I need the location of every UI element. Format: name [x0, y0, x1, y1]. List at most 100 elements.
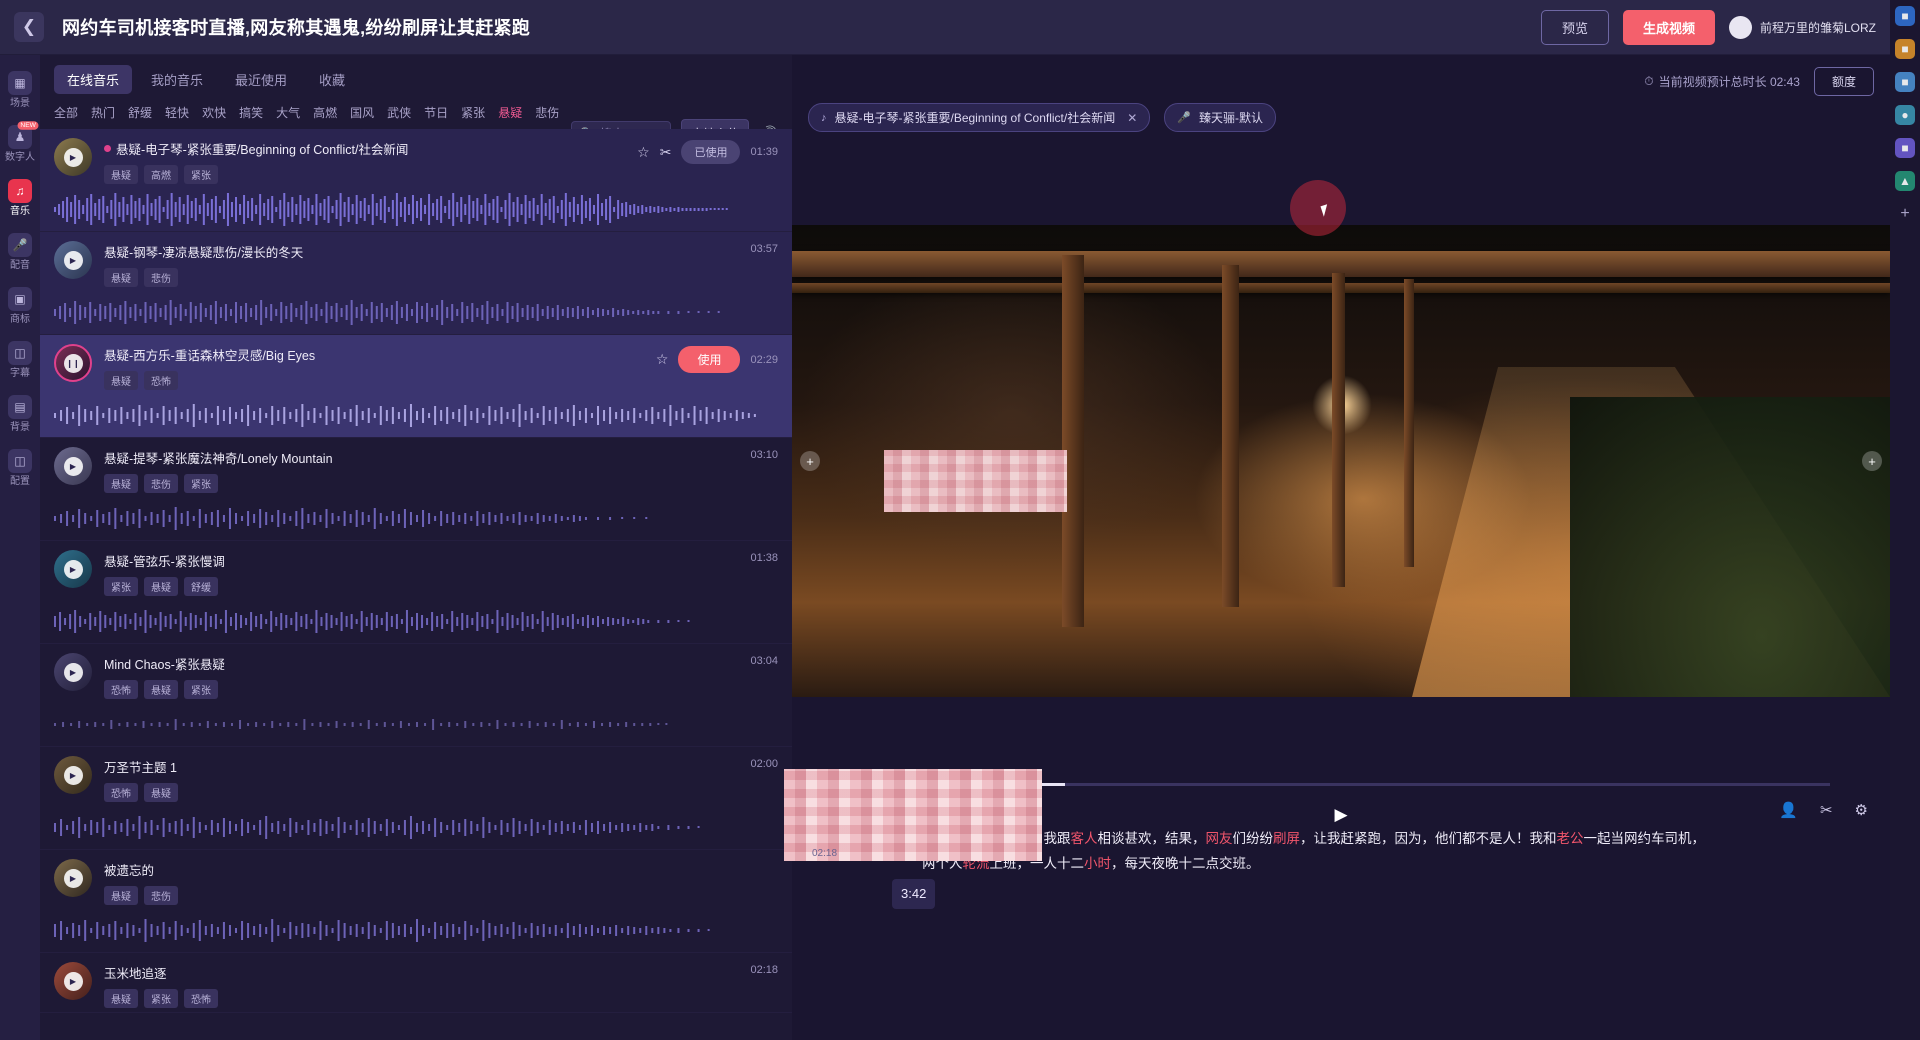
album-cover[interactable]: ▶ — [54, 859, 92, 897]
scissors-icon[interactable]: ✂ — [1820, 801, 1833, 819]
voice-chip[interactable]: 🎤 臻天骊-默认 — [1164, 103, 1276, 132]
cube-icon[interactable]: ■ — [1895, 6, 1915, 26]
favorite-star-icon[interactable]: ☆ — [637, 144, 650, 161]
play-icon[interactable]: ▶ — [63, 250, 83, 270]
flag-icon[interactable]: ▲ — [1895, 171, 1915, 191]
album-cover[interactable]: ▶ — [54, 962, 92, 1000]
track-title: 悬疑-管弦乐-紧张慢调 — [104, 555, 225, 569]
left-sidebar: ▦ 场景 NEW ♟ 数字人 ♫ 音乐 🎤 配音 ▣ 商标 ◫ 字幕 ▤ 背景 — [0, 55, 40, 1040]
plus-icon[interactable]: + — [1895, 204, 1915, 224]
track-list[interactable]: ▶ 悬疑-电子琴-紧张重要/Beginning of Conflict/社会新闻… — [40, 129, 792, 1040]
sidebar-item-background[interactable]: ▤ 背景 — [0, 395, 40, 433]
category-light[interactable]: 轻快 — [165, 104, 189, 121]
sidebar-item-subtitle[interactable]: ◫ 字幕 — [0, 341, 40, 379]
play-icon[interactable]: ▶ — [63, 147, 83, 167]
tab-recently-used[interactable]: 最近使用 — [222, 65, 300, 94]
sidebar-label-watermark: 商标 — [10, 314, 30, 325]
table-row[interactable]: ▶ 悬疑-钢琴-凄凉悬疑悲伤/漫长的冬天 悬疑 悲伤 03:57 — [40, 232, 792, 335]
video-preview[interactable]: + + — [792, 180, 1890, 697]
add-left-icon[interactable]: + — [800, 451, 820, 471]
category-cheerful[interactable]: 欢快 — [202, 104, 226, 121]
sidebar-label-subtitle: 字幕 — [10, 368, 30, 379]
album-cover[interactable]: ❙❙ — [54, 344, 92, 382]
category-soothing[interactable]: 舒缓 — [128, 104, 152, 121]
table-row[interactable]: ▶ 悬疑-提琴-紧张魔法神奇/Lonely Mountain 悬疑 悲伤 紧张 — [40, 438, 792, 541]
play-icon[interactable]: ▶ — [63, 971, 83, 991]
table-row[interactable]: ▶ Mind Chaos-紧张悬疑 恐怖 悬疑 紧张 03:04 — [40, 644, 792, 747]
sidebar-label-dubbing: 配音 — [10, 260, 30, 271]
person-voice-icon[interactable]: 👤 — [1779, 801, 1798, 819]
cursor-highlight — [1290, 180, 1346, 236]
table-row[interactable]: ▶ 万圣节主题 1 恐怖 悬疑 02:00 — [40, 747, 792, 850]
table-row[interactable]: ▶ 被遗忘的 悬疑 悲伤 — [40, 850, 792, 953]
category-hype[interactable]: 高燃 — [313, 104, 337, 121]
track-duration: 03:57 — [750, 243, 778, 255]
category-chinese-style[interactable]: 国风 — [350, 104, 374, 121]
people-icon[interactable]: ■ — [1895, 72, 1915, 92]
sidebar-item-config[interactable]: ◫ 配置 — [0, 449, 40, 487]
video-frame — [792, 225, 1890, 697]
progress-track[interactable] — [940, 783, 1830, 786]
subtitle-editor[interactable]: 02:18 ，我直播拉客过程。我跟客人相谈甚欢，结果，网友们纷纷刷屏，让我赶紧跑… — [784, 769, 1862, 910]
play-icon[interactable]: ▶ — [63, 765, 83, 785]
category-tense[interactable]: 紧张 — [461, 104, 485, 121]
category-all[interactable]: 全部 — [54, 104, 78, 121]
scissors-icon[interactable]: ✂ — [660, 144, 672, 161]
user-menu[interactable]: 前程万里的雏菊LORZ — [1728, 15, 1876, 39]
album-cover[interactable]: ▶ — [54, 138, 92, 176]
album-cover[interactable]: ▶ — [54, 653, 92, 691]
sidebar-item-dubbing[interactable]: 🎤 配音 — [0, 233, 40, 271]
favorite-star-icon[interactable]: ☆ — [656, 351, 669, 368]
clock-icon: ⏱ — [1644, 74, 1654, 88]
tag: 紧张 — [104, 577, 138, 596]
table-row[interactable]: ▶ 悬疑-电子琴-紧张重要/Beginning of Conflict/社会新闻… — [40, 129, 792, 232]
category-suspense[interactable]: 悬疑 — [498, 104, 522, 121]
sidebar-item-digital-human[interactable]: NEW ♟ 数字人 — [0, 121, 40, 163]
table-row[interactable]: ▶ 玉米地追逐 悬疑 紧张 恐怖 02:18 — [40, 953, 792, 1013]
track-tags: 悬疑 紧张 恐怖 — [104, 989, 738, 1008]
preview-button[interactable]: 预览 — [1540, 9, 1609, 45]
briefcase-icon[interactable]: ■ — [1895, 39, 1915, 59]
waveform — [54, 610, 690, 633]
back-button[interactable]: ❮ — [14, 12, 44, 42]
category-funny[interactable]: 搞笑 — [239, 104, 263, 121]
play-icon[interactable]: ▶ — [63, 868, 83, 888]
tag: 恐怖 — [144, 371, 178, 390]
quota-button[interactable]: 额度 — [1813, 67, 1874, 96]
album-cover[interactable]: ▶ — [54, 550, 92, 588]
sidebar-item-music[interactable]: ♫ 音乐 — [0, 179, 40, 217]
used-button[interactable]: 已使用 — [681, 140, 741, 164]
play-icon[interactable]: ▶ — [63, 456, 83, 476]
category-sad[interactable]: 悲伤 — [535, 104, 559, 121]
close-icon[interactable]: ✕ — [1127, 111, 1137, 125]
add-right-icon[interactable]: + — [1862, 451, 1882, 471]
table-row[interactable]: ❙❙ 悬疑-西方乐-重话森林空灵感/Big Eyes 悬疑 恐怖 ☆ 使用 02… — [40, 335, 792, 438]
generate-video-button[interactable]: 生成视频 — [1622, 9, 1715, 45]
sidebar-item-watermark[interactable]: ▣ 商标 — [0, 287, 40, 325]
subtitle-icon: ◫ — [8, 341, 32, 365]
category-hot[interactable]: 热门 — [91, 104, 115, 121]
table-row[interactable]: ▶ 悬疑-管弦乐-紧张慢调 紧张 悬疑 舒缓 01:38 — [40, 541, 792, 644]
tab-my-music[interactable]: 我的音乐 — [138, 65, 216, 94]
album-cover[interactable]: ▶ — [54, 241, 92, 279]
waveform — [54, 507, 648, 530]
globe-icon[interactable]: ● — [1895, 105, 1915, 125]
play-icon[interactable]: ▶ — [63, 662, 83, 682]
tab-online-music[interactable]: 在线音乐 — [54, 65, 133, 94]
pause-icon[interactable]: ❙❙ — [63, 353, 83, 373]
microphone-icon: 🎤 — [8, 233, 32, 257]
sidebar-item-scene[interactable]: ▦ 场景 — [0, 71, 40, 109]
category-wuxia[interactable]: 武侠 — [387, 104, 411, 121]
play-button[interactable]: ▶ — [1334, 805, 1347, 825]
settings-gear-icon[interactable]: ⚙ — [1855, 801, 1868, 819]
tab-favorites[interactable]: 收藏 — [306, 65, 358, 94]
music-note-icon: ♪ — [821, 111, 827, 124]
category-grand[interactable]: 大气 — [276, 104, 300, 121]
chat-icon[interactable]: ■ — [1895, 138, 1915, 158]
album-cover[interactable]: ▶ — [54, 756, 92, 794]
use-button[interactable]: 使用 — [678, 346, 741, 373]
music-chip[interactable]: ♪ 悬疑-电子琴-紧张重要/Beginning of Conflict/社会新闻… — [808, 103, 1151, 132]
play-icon[interactable]: ▶ — [63, 559, 83, 579]
category-festival[interactable]: 节日 — [424, 104, 448, 121]
album-cover[interactable]: ▶ — [54, 447, 92, 485]
